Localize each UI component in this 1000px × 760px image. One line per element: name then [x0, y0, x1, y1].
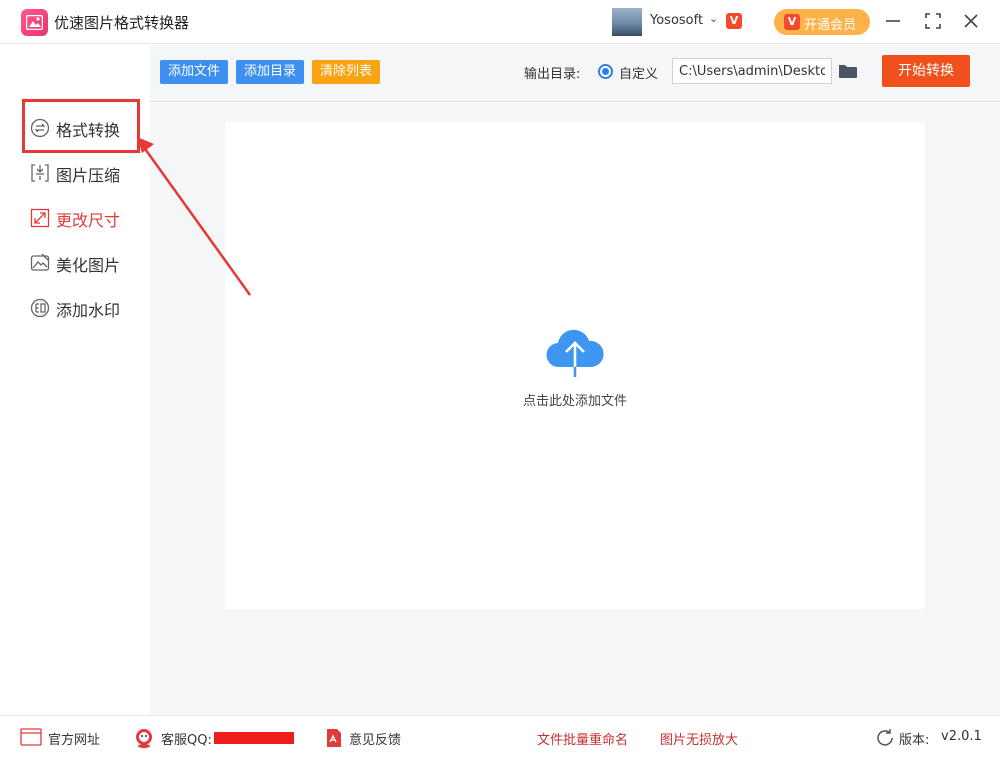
refresh-icon[interactable]	[876, 729, 894, 751]
add-file-button[interactable]: 添加文件	[160, 60, 229, 84]
redacted-qq-number	[214, 732, 294, 744]
app-title: 优速图片格式转换器	[54, 14, 190, 32]
folder-icon[interactable]	[838, 63, 858, 79]
avatar[interactable]	[612, 8, 642, 36]
close-button[interactable]	[960, 10, 982, 32]
website-icon	[20, 728, 42, 750]
main-area: 点击此处添加文件	[150, 103, 1000, 715]
toolbar: 添加文件 添加目录 清除列表 输出目录: 自定义 开始转换	[150, 45, 1000, 102]
clear-list-button[interactable]: 清除列表	[312, 60, 381, 84]
feedback-icon	[325, 728, 343, 752]
custom-dir-radio[interactable]	[598, 64, 613, 79]
open-vip-label: 开通会员	[804, 18, 857, 33]
version-label: 版本:	[899, 733, 930, 748]
footer: 官方网址 客服QQ: 意见反馈 文件批量重命名 图片无损放大 版本: v2.0.…	[0, 715, 1000, 760]
open-vip-button[interactable]: V 开通会员	[774, 9, 870, 35]
custom-dir-label[interactable]: 自定义	[619, 63, 658, 82]
vip-icon: V	[784, 14, 800, 30]
compress-icon	[30, 163, 50, 183]
feedback-link[interactable]: 意见反馈	[349, 729, 401, 748]
version-number: v2.0.1	[941, 729, 982, 744]
sidebar-item-label: 美化图片	[56, 256, 121, 275]
batch-rename-link[interactable]: 文件批量重命名	[537, 729, 628, 748]
watermark-icon	[30, 298, 50, 318]
sidebar-item-label: 图片压缩	[56, 166, 121, 185]
beautify-icon	[30, 253, 50, 273]
user-name[interactable]: Yososoft	[650, 13, 703, 28]
customer-service-qq[interactable]: 客服QQ:	[161, 729, 212, 748]
drop-hint-text[interactable]: 点击此处添加文件	[225, 390, 925, 409]
highlight-box	[22, 99, 140, 153]
vip-badge-icon: V	[726, 13, 742, 29]
app-logo-icon	[21, 9, 48, 36]
chevron-down-icon[interactable]: ⌄	[709, 12, 718, 25]
qq-icon	[132, 726, 156, 754]
maximize-button[interactable]	[922, 10, 944, 32]
lossless-zoom-link[interactable]: 图片无损放大	[660, 729, 738, 748]
output-dir-label: 输出目录:	[524, 67, 581, 82]
add-directory-button[interactable]: 添加目录	[236, 60, 305, 84]
minimize-button[interactable]	[882, 10, 904, 32]
output-path-input[interactable]	[672, 58, 832, 84]
resize-icon	[30, 208, 50, 228]
website-link[interactable]: 官方网址	[48, 729, 100, 748]
title-bar: 优速图片格式转换器 Yososoft ⌄ V V 开通会员	[0, 0, 1000, 44]
cloud-upload-icon[interactable]	[545, 327, 605, 379]
sidebar-item-label: 添加水印	[56, 301, 121, 320]
sidebar-item-label: 更改尺寸	[56, 211, 121, 230]
file-drop-zone[interactable]: 点击此处添加文件	[225, 122, 925, 609]
start-convert-button[interactable]: 开始转换	[882, 55, 970, 87]
